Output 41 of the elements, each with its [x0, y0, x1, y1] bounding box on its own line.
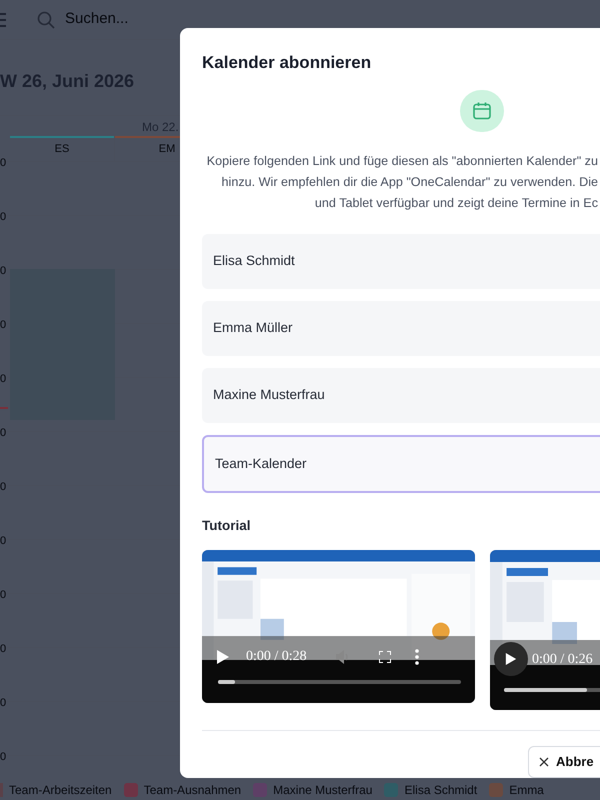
legend-label: Maxine Musterfrau	[273, 782, 372, 798]
hour-label: 0	[0, 588, 6, 602]
hour-label: 0	[0, 642, 6, 656]
legend-label: Team-Arbeitszeiten	[9, 782, 112, 798]
legend-label: Emma	[509, 782, 544, 798]
cancel-button[interactable]: Abbre	[528, 746, 600, 778]
dialog-title: Kalender abonnieren	[202, 52, 372, 74]
dialog-description: Kopiere folgenden Link und füge diesen als "abonnierten Kalender" zu hinzu. Wir empfehlen dir die App "OneCalendar" zu verwenden. Die und Tablet verfügbar und zeigt deine Termine in Ec	[206, 152, 598, 212]
search-field[interactable]: Suchen...	[65, 8, 175, 31]
hour-label: 0	[0, 534, 6, 548]
legend-label: Team-Ausnahmen	[144, 782, 242, 798]
hour-label: 0	[0, 696, 6, 710]
hour-label: 0	[0, 318, 6, 332]
calendar-name: Emma Müller	[213, 319, 293, 338]
video-time: 0:00 / 0:26	[532, 650, 593, 669]
video-progress-bar[interactable]	[218, 680, 461, 684]
column-label: ES	[54, 142, 70, 157]
calendar-name: Elisa Schmidt	[213, 252, 295, 270]
play-icon[interactable]	[216, 648, 230, 665]
hour-label: 0	[0, 210, 6, 224]
calendar-row[interactable]: Maxine Musterfrau	[202, 368, 600, 423]
search-icon	[37, 10, 55, 28]
hour-label: 0	[0, 750, 6, 764]
calendar-row[interactable]: Emma Müller	[202, 300, 600, 356]
close-icon	[539, 757, 549, 768]
hour-label: 0	[0, 480, 6, 494]
hour-label: 0	[0, 426, 6, 440]
legend-label: Elisa Schmidt	[404, 782, 478, 798]
hour-label: 0	[0, 372, 6, 386]
calendar-icon	[472, 100, 492, 121]
calendar-name: Team-Kalender	[215, 454, 307, 473]
calendar-name: Maxine Musterfrau	[213, 386, 325, 404]
column-label: EM	[158, 142, 176, 157]
calendar-row[interactable]: Team-Kalender	[202, 434, 600, 493]
hour-label: 0	[0, 156, 6, 170]
calendar-row[interactable]: Elisa Schmidt	[202, 234, 600, 289]
hour-label: 0	[0, 264, 6, 278]
more-icon[interactable]	[414, 648, 419, 665]
play-icon	[505, 652, 517, 666]
tutorial-heading: Tutorial	[202, 516, 252, 535]
fullscreen-icon[interactable]	[378, 650, 391, 663]
